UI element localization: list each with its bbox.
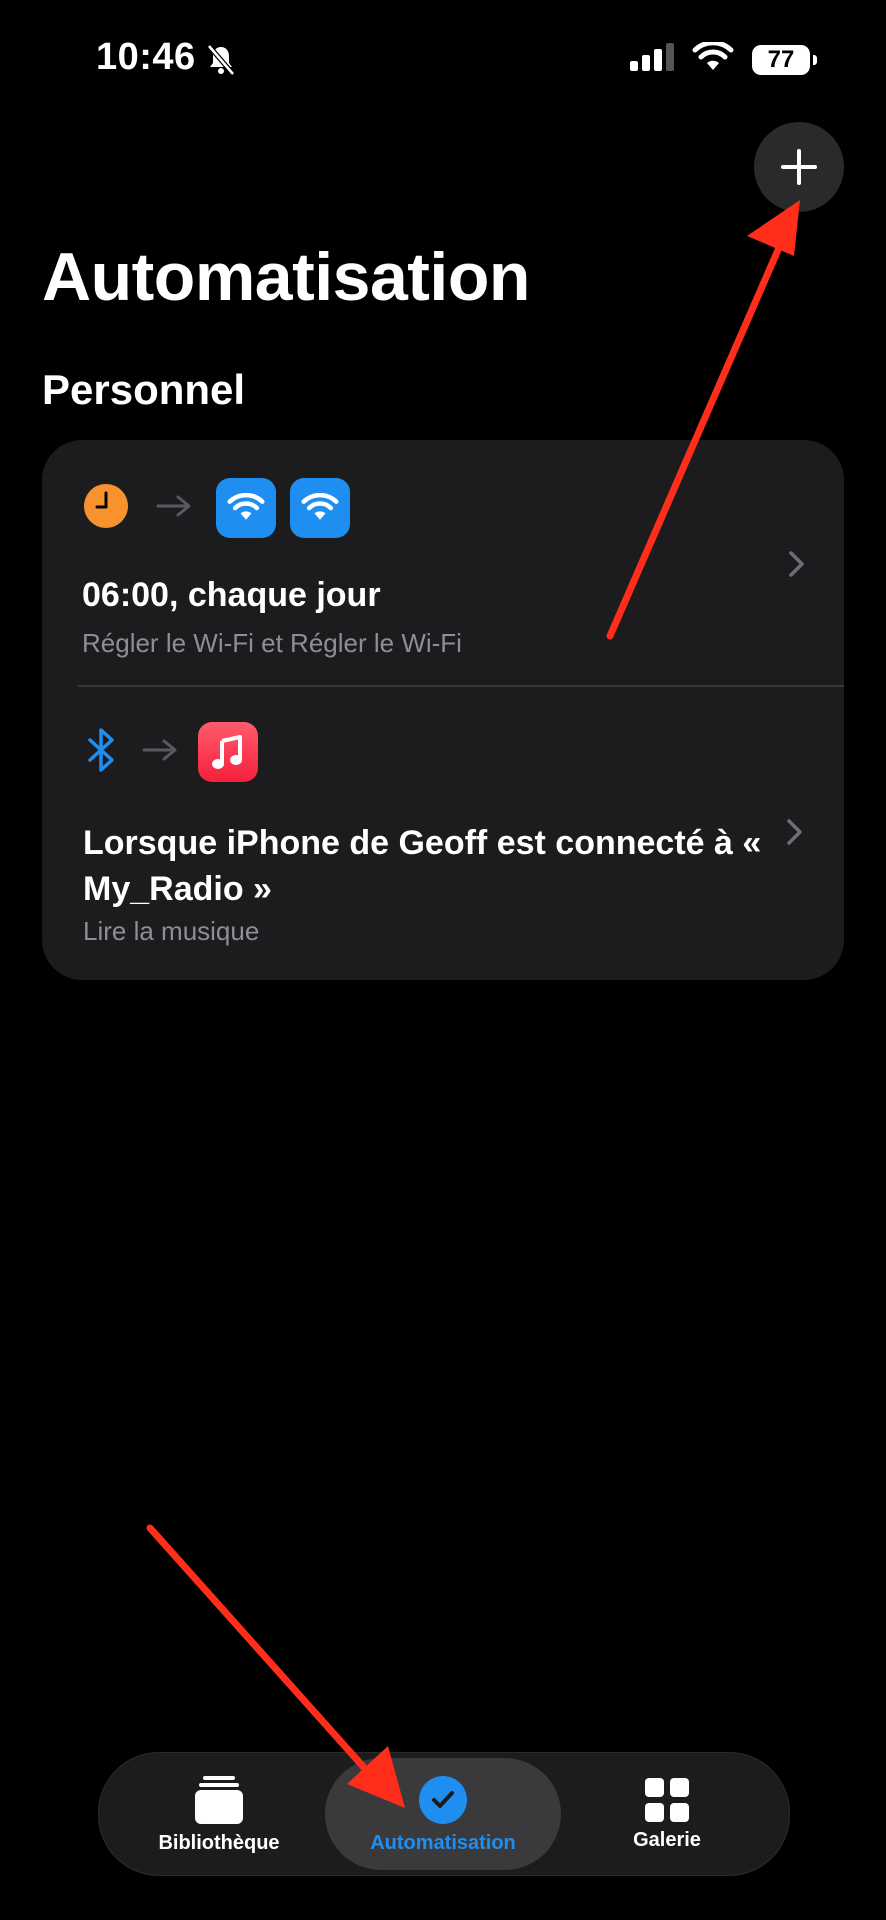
annotation-arrows xyxy=(146,200,800,1808)
red-arrow-icon xyxy=(606,200,800,640)
red-arrow-icon xyxy=(146,1524,405,1808)
